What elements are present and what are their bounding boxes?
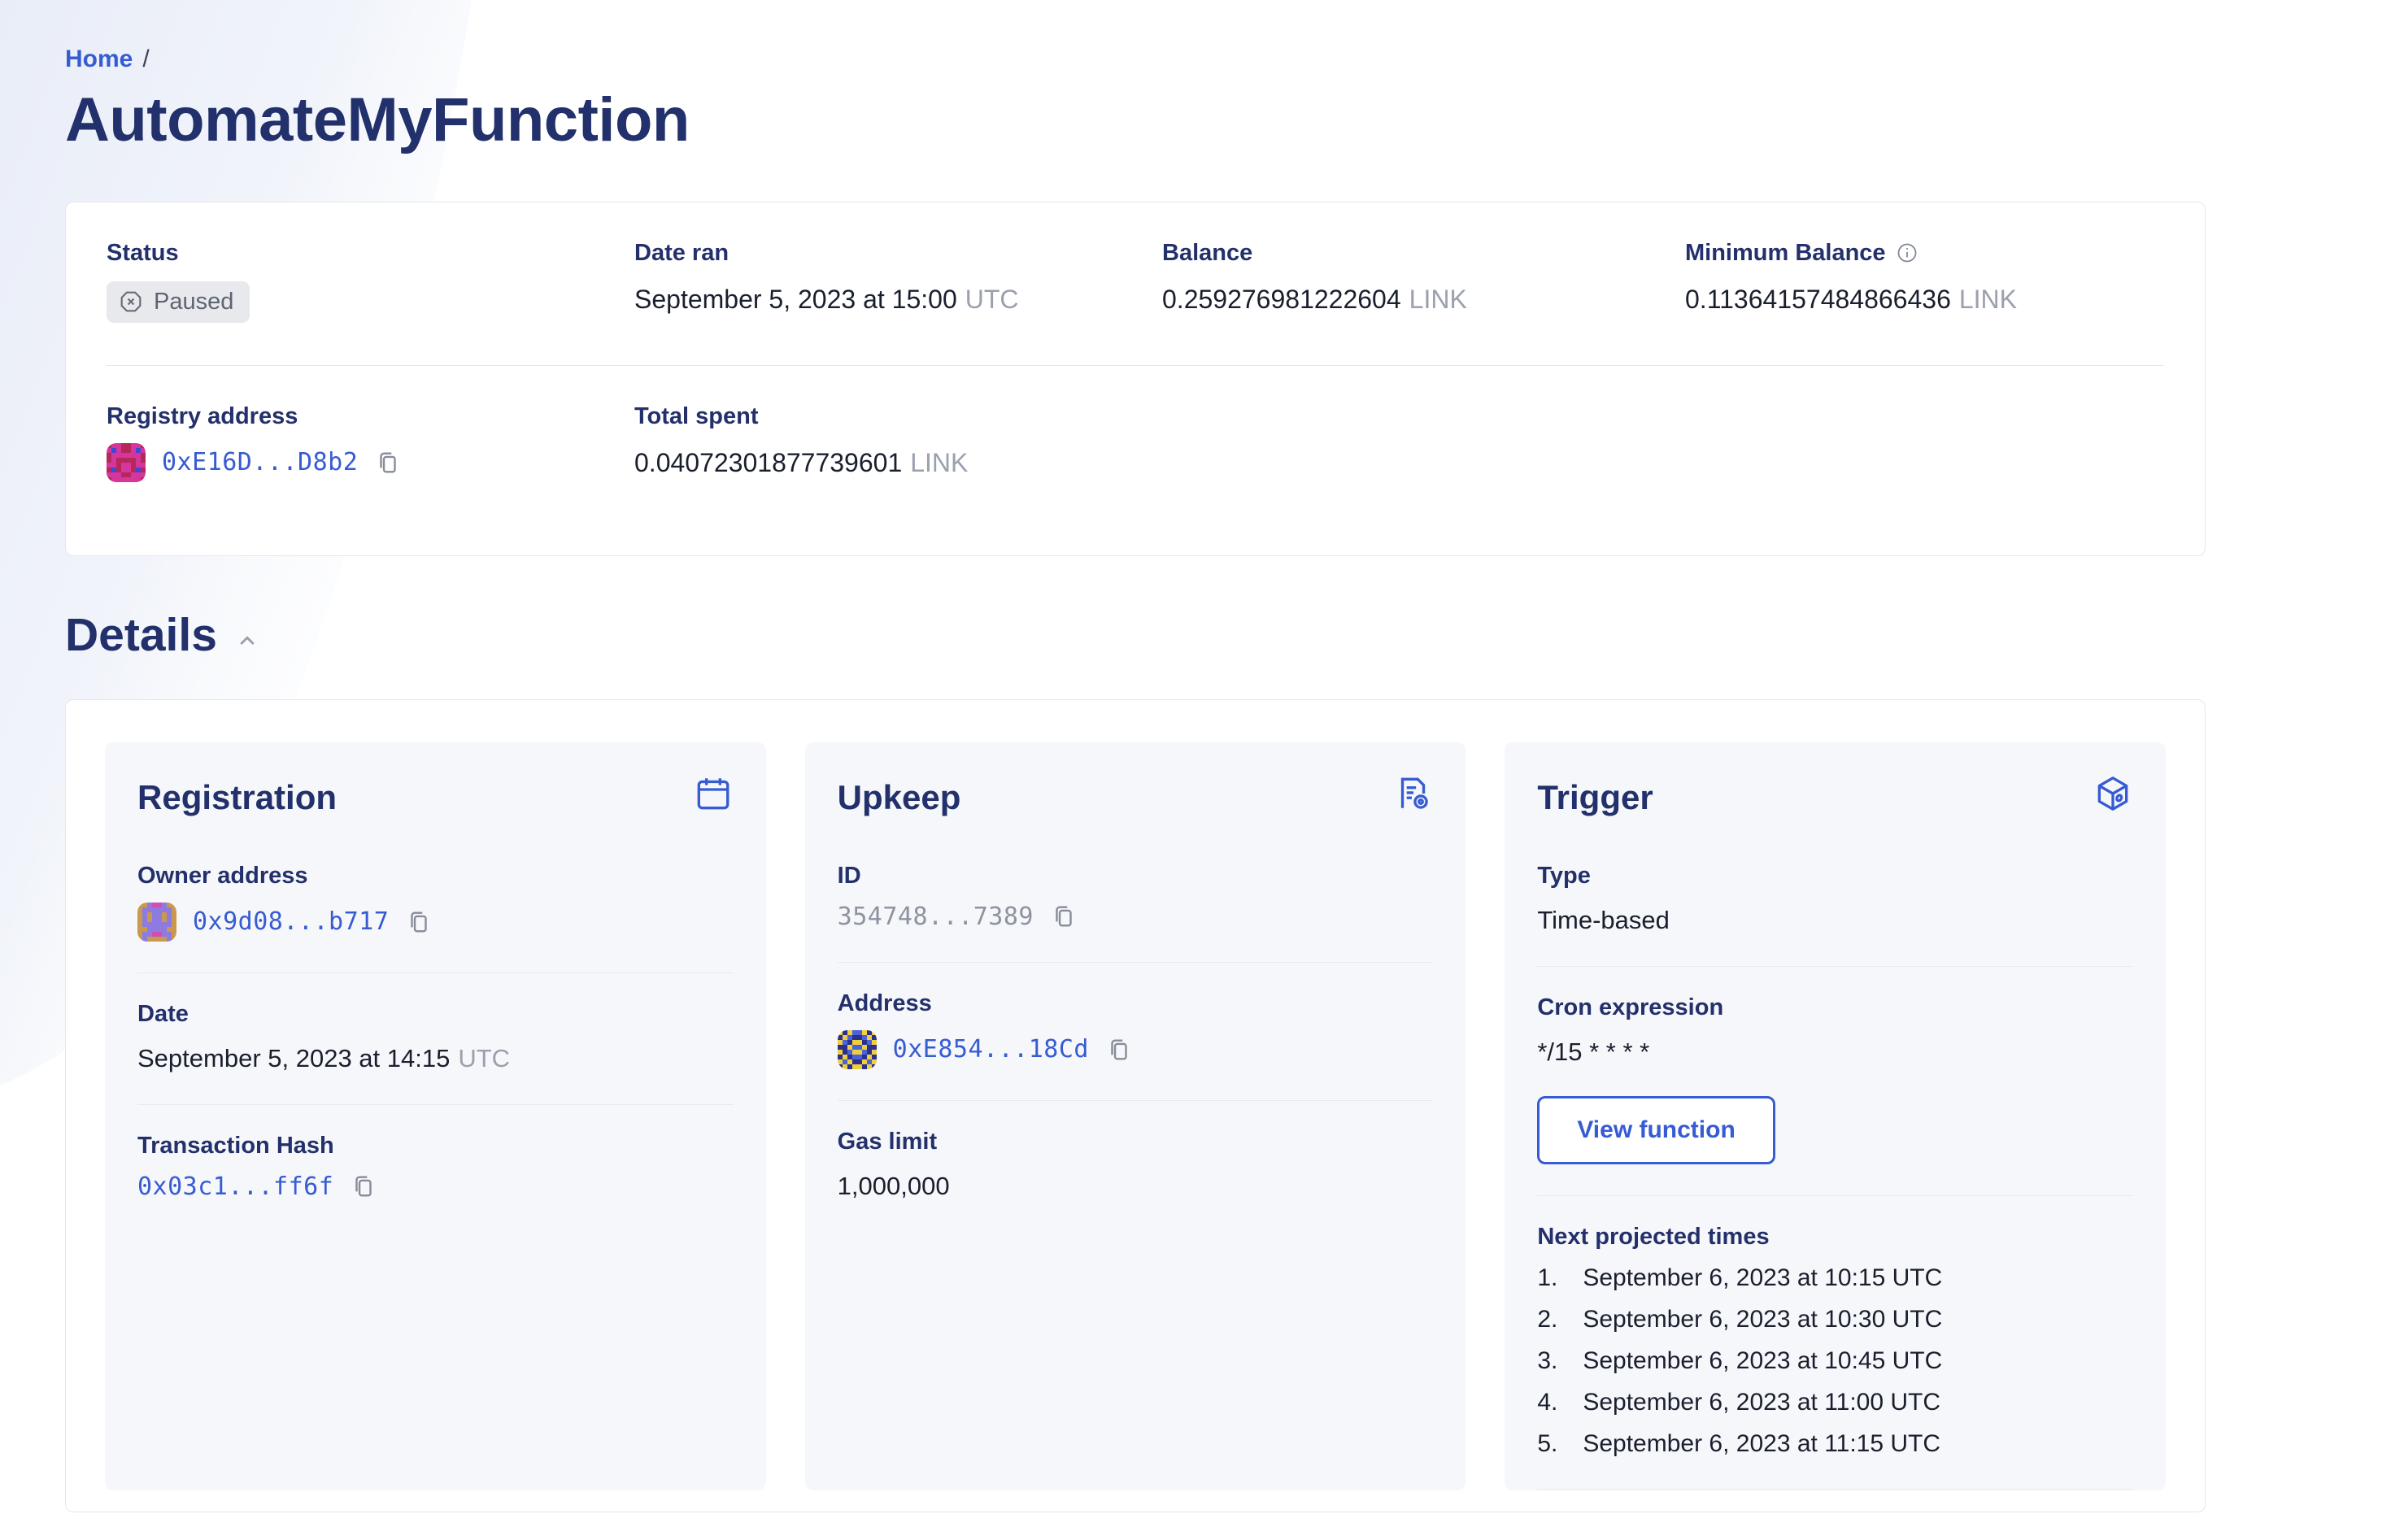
upkeep-address-section: Address 0xE854...18Cd bbox=[837, 963, 1434, 1101]
status-badge-text: Paused bbox=[154, 288, 234, 315]
view-function-button[interactable]: View function bbox=[1537, 1095, 1775, 1164]
summary-row-1: Status Paused Date ran September 5, 2023… bbox=[107, 240, 2164, 323]
summary-row-2: Registry address 0xE16D...D8b2 Total spe… bbox=[107, 403, 2164, 482]
upkeep-card: Upkeep ID 354748...7389 Address 0xE854..… bbox=[804, 742, 1466, 1490]
upkeep-id-value: 354748...7389 bbox=[837, 902, 1034, 931]
owner-address-section: Owner address 0x9d08...b717 bbox=[137, 817, 734, 973]
date-ran-field: Date ran September 5, 2023 at 15:00 UTC bbox=[634, 240, 1162, 323]
upkeep-id-label: ID bbox=[837, 862, 861, 889]
calendar-icon bbox=[693, 773, 734, 814]
owner-identicon bbox=[137, 902, 176, 942]
document-gear-icon bbox=[1392, 773, 1433, 814]
page-title: AutomateMyFunction bbox=[65, 85, 690, 154]
list-item: 1. September 6, 2023 at 10:15 UTC bbox=[1537, 1264, 1943, 1291]
date-ran-label: Date ran bbox=[634, 239, 729, 266]
cron-expression-label: Cron expression bbox=[1537, 994, 1724, 1020]
status-field: Status Paused bbox=[107, 240, 634, 323]
transaction-hash-link[interactable]: 0x03c1...ff6f bbox=[137, 1172, 333, 1201]
cron-expression-value: */15 * * * * bbox=[1537, 1037, 1650, 1066]
next-projected-times-label: Next projected times bbox=[1537, 1223, 1770, 1250]
summary-card: Status Paused Date ran September 5, 2023… bbox=[65, 201, 2206, 556]
breadcrumb-separator: / bbox=[142, 46, 150, 72]
trigger-card: Trigger Type Time-based Cron expression … bbox=[1505, 742, 2166, 1490]
list-item: 2. September 6, 2023 at 10:30 UTC bbox=[1537, 1305, 1943, 1333]
status-label: Status bbox=[107, 239, 179, 266]
list-item: 4. September 6, 2023 at 11:00 UTC bbox=[1537, 1388, 1941, 1416]
registration-date-section: Date September 5, 2023 at 14:15 UTC bbox=[137, 973, 734, 1105]
details-panel: Registration Owner address 0x9d08...b717 bbox=[65, 698, 2206, 1512]
registry-address-field: Registry address 0xE16D...D8b2 bbox=[107, 403, 634, 482]
copy-icon[interactable] bbox=[374, 449, 402, 476]
date-ran-value: September 5, 2023 at 15:00 UTC bbox=[634, 284, 1019, 314]
gas-limit-label: Gas limit bbox=[837, 1128, 938, 1155]
upkeep-title: Upkeep bbox=[837, 777, 961, 816]
min-balance-field: Minimum Balance 0.11364157484866436 LINK bbox=[1685, 240, 2164, 323]
registry-identicon bbox=[107, 442, 146, 482]
gas-limit-section: Gas limit 1,000,000 bbox=[838, 1101, 1434, 1232]
trigger-type-label: Type bbox=[1537, 862, 1591, 889]
copy-icon[interactable] bbox=[1050, 903, 1078, 930]
list-item: 3. September 6, 2023 at 10:45 UTC bbox=[1537, 1346, 1943, 1374]
details-title: Details bbox=[65, 608, 217, 661]
total-spent-value: 0.04072301877739601 LINK bbox=[634, 447, 969, 477]
status-badge: Paused bbox=[107, 281, 250, 323]
copy-icon[interactable] bbox=[405, 908, 433, 936]
list-item: 5. September 6, 2023 at 11:15 UTC bbox=[1537, 1429, 1941, 1457]
registration-date-value: September 5, 2023 at 14:15 UTC bbox=[137, 1043, 511, 1072]
info-icon[interactable] bbox=[1896, 241, 1918, 264]
gas-limit-value: 1,000,000 bbox=[837, 1171, 950, 1200]
copy-icon[interactable] bbox=[350, 1172, 377, 1200]
registration-date-label: Date bbox=[137, 1000, 189, 1027]
summary-divider bbox=[107, 364, 2164, 366]
transaction-hash-section: Transaction Hash 0x03c1...ff6f bbox=[137, 1105, 734, 1232]
transaction-hash-label: Transaction Hash bbox=[137, 1132, 334, 1159]
registration-title: Registration bbox=[137, 777, 338, 816]
registration-card: Registration Owner address 0x9d08...b717 bbox=[105, 742, 766, 1490]
registry-address-link[interactable]: 0xE16D...D8b2 bbox=[162, 448, 358, 476]
owner-address-link[interactable]: 0x9d08...b717 bbox=[193, 907, 389, 936]
trigger-type-section: Type Time-based bbox=[1537, 817, 2133, 967]
page-container: Home / AutomateMyFunction Status Paused bbox=[0, 0, 2206, 1512]
upkeep-id-section: ID 354748...7389 bbox=[837, 817, 1434, 963]
upkeep-address-link[interactable]: 0xE854...18Cd bbox=[893, 1035, 1089, 1064]
trigger-title: Trigger bbox=[1537, 777, 1653, 816]
balance-label: Balance bbox=[1162, 239, 1253, 266]
next-projected-times-section: Next projected times 1. September 6, 2023… bbox=[1537, 1196, 2133, 1490]
upkeep-address-label: Address bbox=[837, 990, 932, 1016]
total-spent-field: Total spent 0.04072301877739601 LINK bbox=[634, 403, 1162, 482]
balance-value: 0.259276981222604 LINK bbox=[1162, 284, 1467, 314]
balance-field: Balance 0.259276981222604 LINK bbox=[1162, 240, 1685, 323]
registry-address-label: Registry address bbox=[107, 402, 298, 429]
min-balance-value: 0.11364157484866436 LINK bbox=[1685, 284, 2017, 314]
cube-icon bbox=[2093, 773, 2133, 814]
paused-octagon-icon bbox=[118, 289, 144, 315]
copy-icon[interactable] bbox=[1105, 1036, 1133, 1064]
next-projected-times-list: 1. September 6, 2023 at 10:15 UTC 2. Septe… bbox=[1537, 1264, 2133, 1458]
upkeep-address-identicon bbox=[837, 1029, 877, 1069]
chevron-up-icon[interactable] bbox=[235, 629, 259, 653]
breadcrumb-home-link[interactable]: Home bbox=[65, 46, 133, 73]
min-balance-label: Minimum Balance bbox=[1685, 239, 1886, 266]
breadcrumb: Home / bbox=[65, 46, 2206, 73]
trigger-type-value: Time-based bbox=[1537, 905, 1670, 934]
details-heading: Details bbox=[65, 608, 2206, 662]
total-spent-label: Total spent bbox=[634, 402, 759, 429]
owner-address-label: Owner address bbox=[137, 862, 308, 889]
cron-expression-section: Cron expression */15 * * * * View functi… bbox=[1537, 967, 2133, 1196]
